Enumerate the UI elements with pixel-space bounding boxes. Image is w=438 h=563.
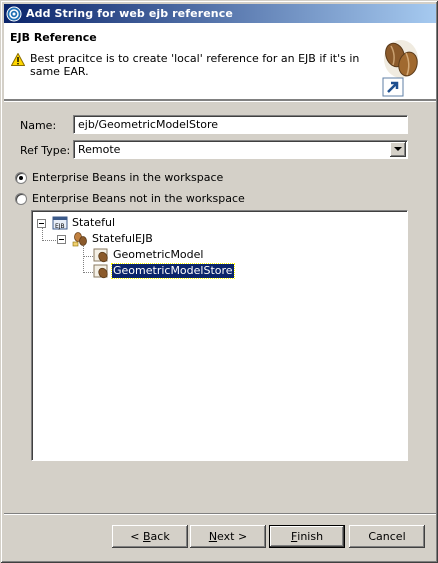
collapse-icon[interactable]	[57, 234, 66, 244]
banner-heading: EJB Reference	[10, 31, 97, 44]
wizard-banner: EJB Reference Best pracitce is to create…	[4, 23, 436, 100]
radio-beans-in-workspace[interactable]: Enterprise Beans in the workspace	[15, 171, 223, 184]
radio-label-not-in-workspace: Enterprise Beans not in the workspace	[32, 192, 245, 205]
cancel-button-label: Cancel	[368, 530, 406, 543]
session-bean-icon	[93, 248, 108, 263]
title-bar[interactable]: Add String for web ejb reference	[4, 4, 436, 23]
chevron-down-icon	[394, 147, 402, 151]
tree-label-bean: GeometricModel	[113, 248, 204, 261]
ejb-tree[interactable]: EJB Stateful StatefulEJB GeometricModel	[31, 210, 408, 461]
radio-button-unchecked[interactable]	[15, 192, 27, 205]
name-label: Name:	[20, 119, 57, 132]
svg-text:EJB: EJB	[55, 223, 65, 230]
back-button-mnemonic: B	[143, 530, 151, 543]
beans-folder-icon	[72, 232, 87, 247]
radio-button-checked[interactable]	[15, 171, 27, 184]
cancel-button[interactable]: Cancel	[349, 525, 425, 548]
coffee-beans-icon	[382, 40, 418, 97]
tree-connector	[83, 244, 84, 273]
back-button-rest: ack	[150, 530, 170, 543]
radio-beans-not-in-workspace[interactable]: Enterprise Beans not in the workspace	[15, 192, 245, 205]
finish-button[interactable]: Finish	[269, 525, 345, 548]
name-input[interactable]: ejb/GeometricModelStore	[73, 115, 408, 134]
button-bar-separator	[4, 513, 436, 515]
back-button[interactable]: < Back	[112, 525, 188, 548]
tree-node-bean[interactable]: GeometricModel	[93, 247, 204, 263]
next-button[interactable]: Next >	[190, 525, 266, 548]
radio-label-in-workspace: Enterprise Beans in the workspace	[32, 171, 224, 184]
tree-node-statefulejb[interactable]: StatefulEJB	[57, 231, 154, 247]
back-button-prefix: <	[130, 530, 143, 543]
next-button-mnemonic: N	[208, 530, 218, 543]
tree-label-stateful: Stateful	[72, 216, 116, 229]
dialog-window: Add String for web ejb reference EJB Ref…	[0, 0, 438, 563]
tree-connector	[42, 240, 58, 241]
ref-type-label: Ref Type:	[20, 144, 71, 157]
banner-message: Best pracitce is to create 'local' refer…	[30, 52, 360, 78]
tree-connector	[83, 256, 93, 257]
finish-button-rest: inish	[297, 530, 324, 543]
tree-node-bean-selected[interactable]: GeometricModelStore	[93, 263, 235, 279]
eclipse-icon	[6, 6, 22, 21]
tree-connector	[83, 272, 93, 273]
ref-type-dropdown-button[interactable]	[390, 142, 406, 157]
ejb-project-icon: EJB	[52, 216, 68, 230]
window-title: Add String for web ejb reference	[26, 7, 233, 20]
tree-label-bean-selected: GeometricModelStore	[111, 263, 235, 279]
session-bean-icon	[93, 264, 108, 279]
banner-separator	[4, 100, 436, 102]
ref-type-value: Remote	[78, 143, 121, 156]
tree-label-statefulejb: StatefulEJB	[92, 232, 153, 245]
warning-icon	[11, 53, 25, 66]
tree-node-stateful[interactable]: EJB Stateful	[37, 215, 116, 231]
collapse-icon[interactable]	[37, 218, 46, 228]
next-button-rest: ext >	[217, 530, 248, 543]
ref-type-select[interactable]: Remote	[73, 140, 408, 159]
